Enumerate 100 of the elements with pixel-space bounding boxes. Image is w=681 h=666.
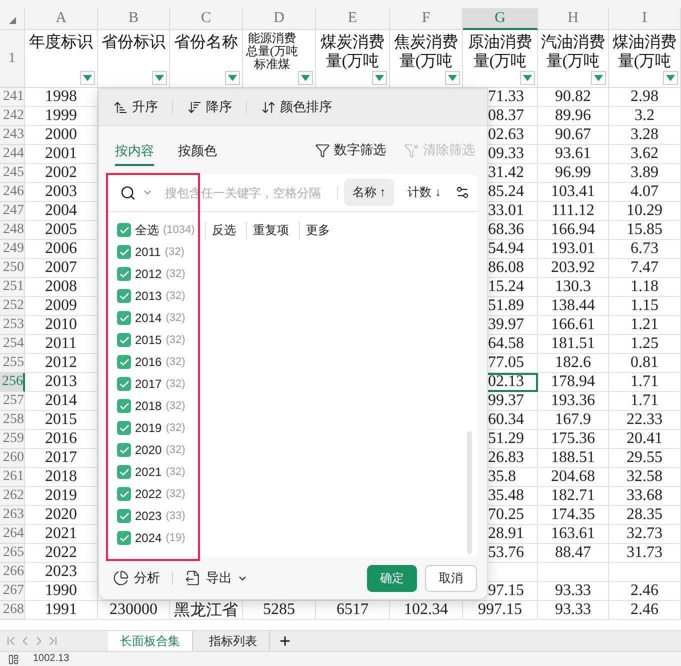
checkbox[interactable] (117, 465, 131, 479)
row-number[interactable]: 252 (0, 297, 25, 316)
column-header[interactable]: F (390, 8, 463, 30)
filter-dropdown-button[interactable] (591, 71, 606, 85)
row-number[interactable]: 251 (0, 278, 25, 297)
checkbox[interactable] (117, 245, 131, 259)
checkbox[interactable] (117, 311, 131, 325)
row-number[interactable]: 264 (0, 525, 25, 544)
cell-text: 111.12 (552, 202, 594, 220)
column-header[interactable]: I (609, 8, 681, 30)
row-number[interactable]: 250 (0, 259, 25, 278)
row-number[interactable]: 254 (0, 335, 25, 354)
checkbox[interactable] (117, 443, 131, 457)
row-number[interactable]: 241 (0, 88, 25, 107)
column-header[interactable]: D (243, 8, 316, 30)
add-sheet-button[interactable] (278, 634, 292, 648)
cell-text: 2017 (45, 449, 77, 467)
header-text: 煤油消费量(万吨 (612, 33, 678, 71)
checkbox[interactable] (117, 289, 131, 303)
checkbox[interactable] (117, 531, 131, 545)
row-number[interactable]: 262 (0, 487, 25, 506)
filter-dropdown-button[interactable] (520, 71, 535, 85)
cell-text: 53.76 (488, 544, 524, 562)
footer-tool-button[interactable]: 导出 (185, 569, 248, 587)
row-number[interactable]: 243 (0, 126, 25, 145)
checkbox[interactable] (117, 487, 131, 501)
column-header[interactable]: B (98, 8, 170, 30)
list-link[interactable]: 反选 (204, 222, 242, 238)
checkbox[interactable] (117, 509, 131, 523)
row-number[interactable]: 261 (0, 468, 25, 487)
row-number[interactable]: 265 (0, 544, 25, 563)
row-number[interactable]: 258 (0, 411, 25, 430)
column-header[interactable]: H (538, 8, 609, 30)
checkbox[interactable] (117, 267, 131, 281)
sort-button[interactable]: 颜色排序 (261, 98, 332, 116)
filter-dropdown-button[interactable] (663, 71, 678, 85)
header-text: 省份名称 (173, 33, 239, 52)
pie-chart-icon (113, 570, 129, 586)
cell-text: 204.68 (551, 468, 595, 486)
filter-dropdown-button[interactable] (80, 71, 95, 85)
row-number[interactable]: 247 (0, 202, 25, 221)
filter-dropdown-button[interactable] (225, 71, 240, 85)
cell-text: 2.46 (630, 582, 658, 600)
row-number[interactable]: 257 (0, 392, 25, 411)
row-number[interactable]: 242 (0, 107, 25, 126)
checkbox[interactable] (117, 355, 131, 369)
column-header[interactable]: E (316, 8, 390, 30)
order-button[interactable]: 计数 ↓ (400, 179, 449, 206)
footer-tool-button[interactable]: 分析 (113, 569, 160, 587)
sort-button[interactable]: 升序 (113, 98, 158, 116)
row-number[interactable]: 244 (0, 145, 25, 164)
row-number[interactable]: 260 (0, 449, 25, 468)
cell-text: 15.24 (488, 278, 524, 296)
row-number[interactable]: 253 (0, 316, 25, 335)
column-header[interactable]: A (25, 8, 98, 30)
check-icon (118, 510, 130, 522)
row-number[interactable]: 248 (0, 221, 25, 240)
checkbox[interactable] (117, 333, 131, 347)
cell-text: 2.46 (630, 601, 658, 619)
cell-text: 175.36 (551, 430, 595, 448)
filter-action-button[interactable]: 数字筛选 (315, 141, 386, 159)
header-text: 能源消费总量(万吨标准煤 (246, 32, 298, 71)
filter-dropdown-button[interactable] (152, 71, 167, 85)
row-number[interactable]: 268 (0, 601, 25, 620)
select-all-button[interactable] (0, 8, 25, 30)
row-number[interactable]: 246 (0, 183, 25, 202)
checkbox[interactable] (117, 377, 131, 391)
column-header[interactable]: G (463, 8, 538, 30)
row-number[interactable]: 267 (0, 582, 25, 601)
filter-dropdown-button[interactable] (298, 71, 313, 85)
scrollbar[interactable] (467, 431, 472, 554)
row-number[interactable]: 249 (0, 240, 25, 259)
tab[interactable]: 按颜色 (178, 138, 217, 166)
filter-dropdown-button[interactable] (372, 71, 387, 85)
sheet-tab[interactable]: 长面板合集 (108, 631, 193, 651)
list-link[interactable]: 重复项 (246, 222, 295, 238)
checkbox[interactable] (117, 421, 131, 435)
tab[interactable]: 按内容 (115, 138, 154, 166)
cell-text: 85.24 (488, 183, 524, 201)
confirm-button[interactable]: 确定 (367, 564, 417, 592)
cell-text: 51.29 (488, 430, 524, 448)
row-number[interactable]: 255 (0, 354, 25, 373)
filter-dropdown-button[interactable] (445, 71, 460, 85)
row-number[interactable]: 259 (0, 430, 25, 449)
row-number[interactable]: 256 (0, 373, 25, 392)
order-button[interactable]: 名称 ↑ (344, 179, 394, 206)
cell-text: 1999 (45, 107, 77, 125)
checkbox[interactable] (117, 223, 131, 237)
row-number[interactable]: 263 (0, 506, 25, 525)
cell-text: 174.35 (551, 506, 595, 524)
settings-icon[interactable] (455, 185, 470, 200)
cell-text: 181.51 (551, 335, 595, 353)
row-number[interactable]: 266 (0, 563, 25, 582)
column-header[interactable]: C (170, 8, 243, 30)
checkbox[interactable] (117, 399, 131, 413)
cancel-button[interactable]: 取消 (425, 564, 477, 592)
row-number[interactable]: 245 (0, 164, 25, 183)
sort-button[interactable]: 降序 (187, 98, 232, 116)
row-number[interactable]: 1 (0, 30, 25, 88)
list-link[interactable]: 更多 (298, 222, 336, 238)
